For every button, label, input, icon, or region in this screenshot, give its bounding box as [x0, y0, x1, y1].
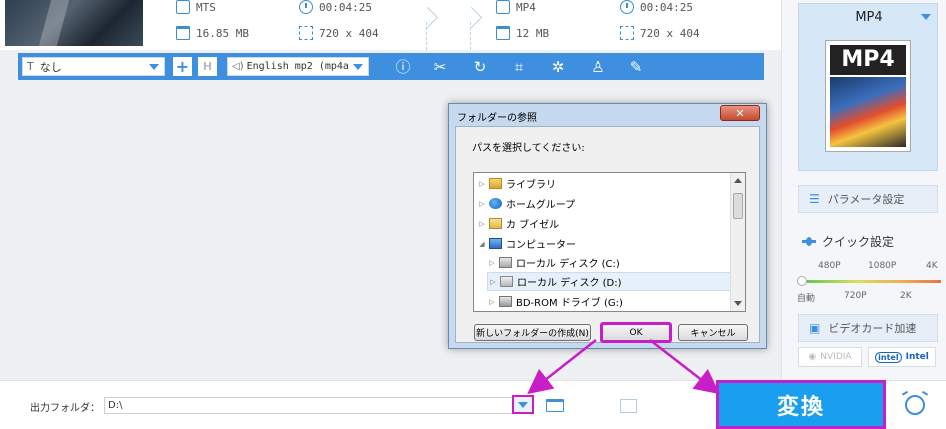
source-size: 16.85 MB	[176, 26, 249, 40]
ok-button[interactable]: OK	[600, 322, 672, 343]
quality-slider-knob[interactable]	[797, 276, 807, 286]
output-size: 12 MB	[496, 26, 549, 40]
divider	[470, 22, 471, 50]
audio-track-select[interactable]: ◁) English mp2 (mp4a	[227, 57, 369, 76]
add-subtitle-button[interactable]: +	[173, 57, 192, 76]
source-format: MTS	[176, 0, 216, 14]
dialog-body: パスを選択してください: ▷ ライブラリ ▷ ホームグループ ▷ カ ブイゼル …	[455, 126, 760, 343]
output-folder-input[interactable]: D:\	[104, 397, 516, 414]
output-settings-panel: MP4 MP4 ☰ パラメータ設定 クイック設定 480P 1080P 4K 自…	[781, 0, 946, 380]
tree-item-user[interactable]: ▷ カ ブイゼル	[477, 214, 733, 233]
clock-icon	[620, 0, 634, 14]
alarm-clock-icon[interactable]	[905, 395, 925, 415]
source-duration: 00:04:25	[299, 0, 372, 14]
tree-item-computer[interactable]: ◢ コンピューター	[477, 234, 733, 253]
arrow-right-icon	[418, 2, 436, 42]
parameter-settings-button[interactable]: ☰ パラメータ設定	[798, 185, 938, 213]
scroll-down-icon[interactable]	[734, 301, 742, 306]
nvidia-icon: ◉	[808, 352, 817, 362]
folder-icon	[496, 26, 510, 40]
hdr-button[interactable]: H	[198, 57, 217, 76]
info-icon[interactable]: ⓘ	[393, 57, 413, 76]
format-icon	[176, 0, 190, 14]
output-duration: 00:04:25	[620, 0, 693, 14]
tree-item-drive-c[interactable]: ▷ ローカル ディスク (C:)	[487, 253, 743, 272]
convert-button[interactable]: 変換	[716, 380, 886, 429]
edit-icon[interactable]: ✎	[626, 57, 646, 76]
scroll-up-icon[interactable]	[734, 178, 742, 183]
tree-item-library[interactable]: ▷ ライブラリ	[477, 174, 733, 193]
chip-icon: ▣	[809, 321, 821, 335]
balloon-picture	[830, 77, 906, 147]
chevron-down-icon	[353, 64, 363, 70]
expand-icon[interactable]: ▷	[487, 298, 497, 306]
dialog-prompt: パスを選択してください:	[472, 143, 585, 154]
merge-icon[interactable]	[620, 399, 637, 413]
chevron-down-icon	[149, 64, 159, 70]
output-folder-label: 出力フォルダ：	[30, 403, 100, 414]
folder-icon	[176, 26, 190, 40]
gpu-acceleration-button[interactable]: ▣ ビデオカード加速	[798, 314, 938, 342]
expand-icon[interactable]: ▷	[477, 220, 487, 228]
output-format: MP4	[496, 0, 536, 14]
expand-icon[interactable]: ▷	[488, 278, 498, 286]
resolution-icon	[299, 26, 313, 40]
system-drive-icon	[499, 257, 512, 268]
arrow-right-icon	[462, 2, 480, 42]
expand-icon[interactable]: ▷	[477, 180, 487, 188]
format-icon	[496, 0, 510, 14]
user-folder-icon	[489, 218, 502, 229]
quick-settings-icon	[802, 237, 816, 246]
speaker-icon: ◁)	[232, 61, 244, 72]
disc-drive-icon	[499, 296, 512, 307]
tree-item-drive-d[interactable]: ▷ ローカル ディスク (D:)	[487, 272, 743, 291]
output-resolution: 720 x 404	[620, 26, 700, 40]
divider	[426, 22, 427, 50]
new-folder-button[interactable]: 新しいフォルダーの作成(N)	[474, 324, 591, 341]
intel-toggle[interactable]: intel Intel	[868, 347, 936, 367]
homegroup-icon	[489, 198, 502, 209]
expand-icon[interactable]: ▷	[487, 259, 497, 267]
source-resolution: 720 x 404	[299, 26, 379, 40]
effect-icon[interactable]: ✲	[548, 57, 568, 76]
mp4-file-icon: MP4	[825, 40, 911, 152]
drive-icon	[500, 276, 513, 287]
computer-icon	[489, 238, 502, 249]
rotate-icon[interactable]: ↻	[470, 57, 490, 76]
clock-icon	[299, 0, 313, 14]
cancel-button[interactable]: キャンセル	[678, 324, 748, 341]
format-label: MP4	[855, 10, 883, 25]
library-icon	[489, 178, 502, 189]
dialog-title: フォルダーの参照	[457, 113, 537, 124]
folder-tree[interactable]: ▷ ライブラリ ▷ ホームグループ ▷ カ ブイゼル ◢ コンピューター ▷ ロ…	[473, 172, 746, 312]
resolution-icon	[620, 26, 634, 40]
quality-slider-track[interactable]	[801, 280, 941, 283]
sliders-icon: ☰	[809, 192, 820, 206]
subtitle-select[interactable]: T なし	[22, 57, 165, 76]
watermark-icon[interactable]: ♙	[588, 57, 608, 76]
expand-icon[interactable]: ▷	[477, 200, 487, 208]
nvidia-toggle[interactable]: ◉ NVIDIA	[798, 347, 862, 367]
open-folder-icon[interactable]	[546, 399, 564, 412]
output-folder-dropdown-button[interactable]	[512, 395, 534, 414]
tree-scrollbar[interactable]	[730, 173, 745, 311]
file-item: MTS 16.85 MB 00:04:25 720 x 404 MP4 12 M…	[0, 0, 781, 50]
edit-toolbar: T なし + H ◁) English mp2 (mp4a ⓘ ✂ ↻ ⌗ ✲ …	[18, 53, 764, 80]
quick-settings-title: クイック設定	[802, 233, 894, 250]
cut-icon[interactable]: ✂	[430, 57, 450, 76]
collapse-icon[interactable]: ◢	[477, 240, 487, 248]
browse-folder-dialog: フォルダーの参照 ✕ パスを選択してください: ▷ ライブラリ ▷ ホームグルー…	[448, 103, 767, 349]
output-format-selector[interactable]: MP4 MP4	[798, 3, 938, 171]
close-button[interactable]: ✕	[720, 105, 760, 121]
chevron-down-icon[interactable]	[921, 14, 931, 20]
tree-item-homegroup[interactable]: ▷ ホームグループ	[477, 194, 733, 213]
text-icon: T	[27, 60, 34, 73]
intel-icon: intel	[875, 351, 902, 363]
video-thumbnail[interactable]	[5, 0, 143, 46]
scroll-thumb[interactable]	[733, 193, 743, 219]
bottom-bar: 出力フォルダ： D:\ 変換	[0, 380, 946, 429]
tree-item-drive-g[interactable]: ▷ BD-ROM ドライブ (G:)	[487, 292, 743, 311]
crop-icon[interactable]: ⌗	[509, 57, 529, 76]
